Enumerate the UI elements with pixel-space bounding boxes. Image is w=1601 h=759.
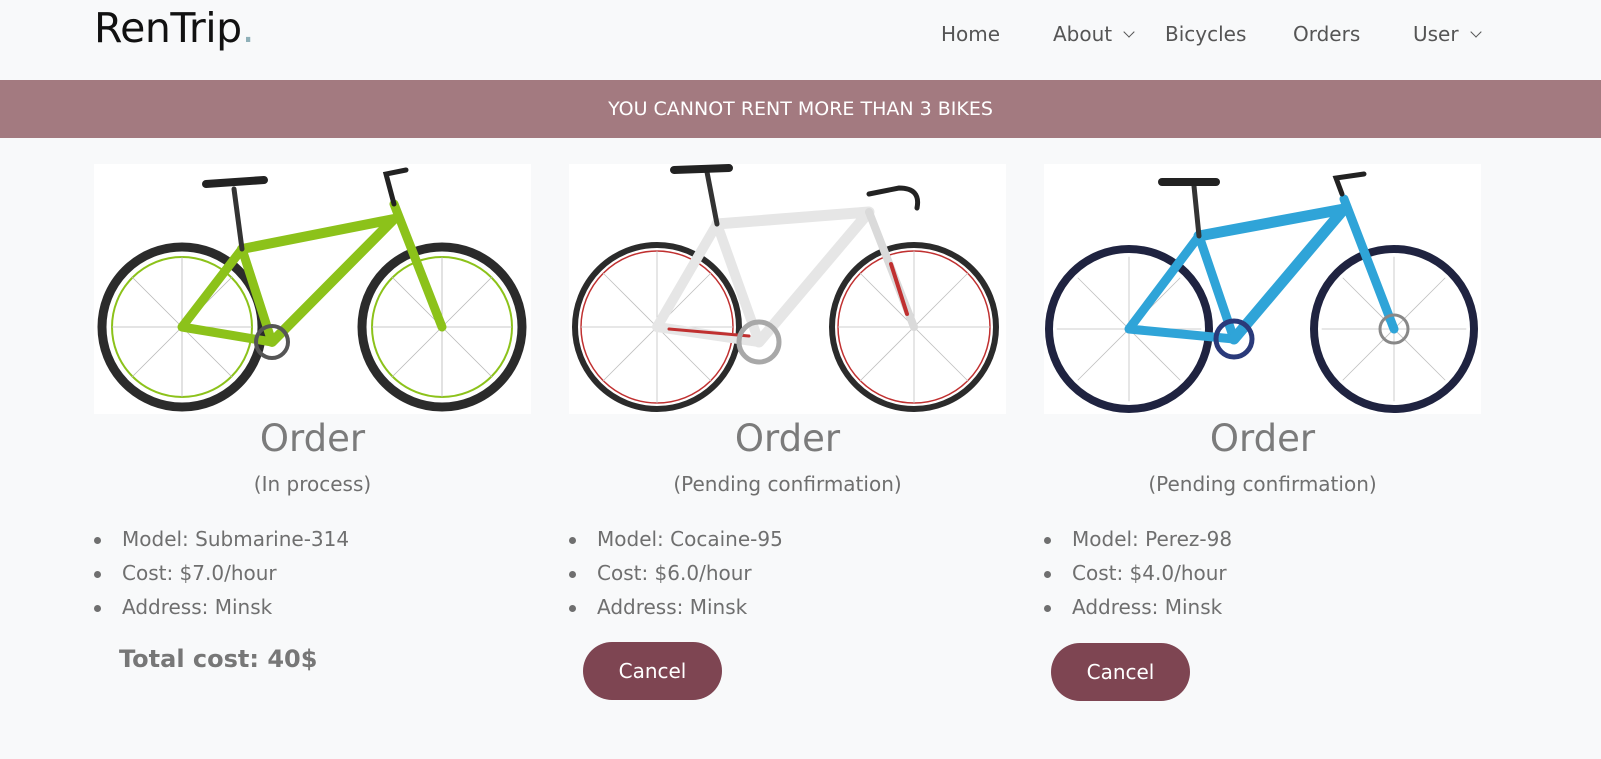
cancel-button[interactable]: Cancel: [1051, 643, 1190, 701]
brand-dot: .: [241, 4, 255, 52]
nav-about-label: About: [1053, 22, 1113, 46]
nav-bicycles-label: Bicycles: [1165, 22, 1247, 46]
nav-about-dropdown[interactable]: About: [1053, 22, 1135, 46]
cancel-button[interactable]: Cancel: [583, 642, 722, 700]
order-address: Address: Minsk: [1044, 590, 1481, 624]
order-details-list: Model: Submarine-314 Cost: $7.0/hour Add…: [94, 522, 531, 624]
bicycle-image: [1044, 164, 1481, 414]
nav-user-dropdown[interactable]: User: [1413, 22, 1482, 46]
order-details-list: Model: Perez-98 Cost: $4.0/hour Address:…: [1044, 522, 1481, 624]
nav-user-label: User: [1413, 22, 1459, 46]
order-cost: Cost: $7.0/hour: [94, 556, 531, 590]
nav-bicycles[interactable]: Bicycles: [1165, 22, 1246, 46]
banner-text: YOU CANNOT RENT MORE THAN 3 BIKES: [608, 98, 993, 120]
order-address: Address: Minsk: [94, 590, 531, 624]
order-model: Model: Cocaine-95: [569, 522, 1006, 556]
order-model: Model: Perez-98: [1044, 522, 1481, 556]
nav-home-label: Home: [941, 22, 1001, 46]
nav-orders[interactable]: Orders: [1293, 22, 1360, 46]
navbar: RenTrip. Home About Bicycles Orders User: [0, 0, 1601, 80]
total-cost: Total cost: 40$: [119, 645, 318, 673]
order-address: Address: Minsk: [569, 590, 1006, 624]
bicycle-image: [94, 164, 531, 414]
chevron-down-icon: [1469, 25, 1482, 38]
cancel-button-label: Cancel: [618, 659, 687, 683]
brand-name: RenTrip: [94, 4, 242, 52]
order-title: Order: [734, 417, 841, 460]
order-card: Order (In process) Model: Submarine-314 …: [94, 164, 531, 624]
order-status: (Pending confirmation): [673, 472, 902, 496]
chevron-down-icon: [1123, 25, 1135, 38]
order-status: (In process): [253, 472, 372, 496]
order-status: (Pending confirmation): [1148, 472, 1377, 496]
order-card: Order (Pending confirmation) Model: Pere…: [1044, 164, 1481, 624]
bicycle-image: [569, 164, 1006, 414]
nav-home[interactable]: Home: [941, 22, 1000, 46]
rent-limit-banner: YOU CANNOT RENT MORE THAN 3 BIKES: [0, 80, 1601, 138]
order-card: Order (Pending confirmation) Model: Coca…: [569, 164, 1006, 624]
nav-orders-label: Orders: [1293, 22, 1361, 46]
brand-logo[interactable]: RenTrip.: [94, 4, 255, 52]
order-cost: Cost: $6.0/hour: [569, 556, 1006, 590]
order-details-list: Model: Cocaine-95 Cost: $6.0/hour Addres…: [569, 522, 1006, 624]
cancel-button-label: Cancel: [1086, 660, 1155, 684]
order-title: Order: [259, 417, 366, 460]
order-cost: Cost: $4.0/hour: [1044, 556, 1481, 590]
order-model: Model: Submarine-314: [94, 522, 531, 556]
order-title: Order: [1209, 417, 1316, 460]
